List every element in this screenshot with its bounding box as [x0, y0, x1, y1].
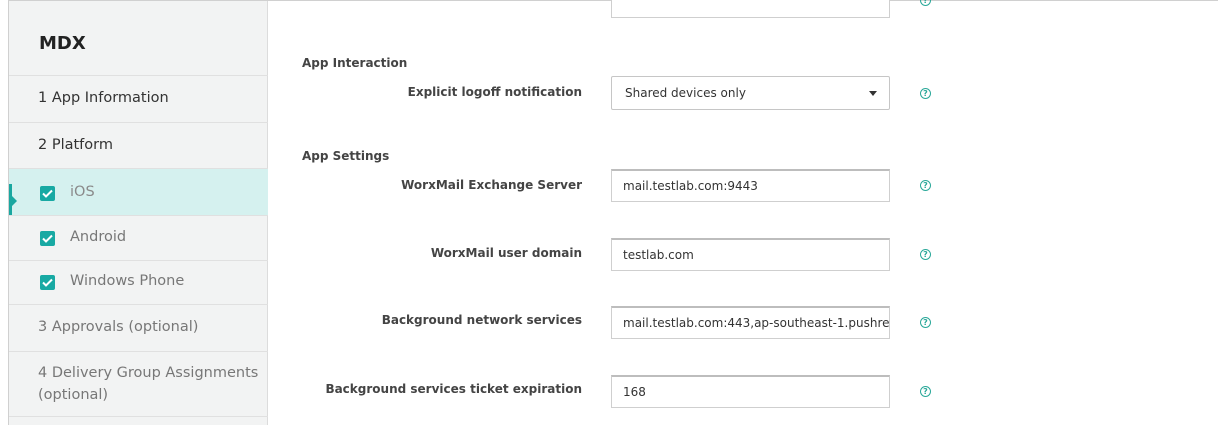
sidebar-item-label-continued: (optional)	[38, 387, 109, 403]
sidebar-item-label: Windows Phone	[70, 273, 185, 289]
help-icon[interactable]: ?	[920, 88, 931, 99]
help-icon[interactable]: ?	[920, 249, 931, 260]
user-domain-input[interactable]: testlab.com	[611, 238, 890, 271]
ticket-expiration-input[interactable]: 168	[611, 375, 890, 408]
sidebar-item-label: 2 Platform	[38, 137, 113, 153]
help-icon[interactable]: ?	[920, 386, 931, 397]
help-icon[interactable]: ?	[920, 180, 931, 191]
chevron-down-icon	[869, 91, 877, 96]
checkbox-checked-icon[interactable]	[40, 186, 55, 201]
sidebar-item-label: 4 Delivery Group Assignments	[38, 365, 259, 381]
sidebar-item-label: Android	[70, 229, 127, 245]
help-icon[interactable]: ?	[920, 0, 931, 6]
sidebar: MDX 1 App Information 2 Platform iOS And…	[9, 1, 268, 425]
sidebar-item-app-information[interactable]: 1 App Information	[9, 75, 268, 122]
active-caret-icon	[12, 196, 17, 206]
section-heading-app-interaction: App Interaction	[302, 56, 408, 70]
checkbox-checked-icon[interactable]	[40, 275, 55, 290]
sidebar-title: MDX	[39, 33, 86, 54]
section-heading-app-settings: App Settings	[302, 149, 390, 163]
field-label-user-domain: WorxMail user domain	[430, 246, 582, 260]
exchange-server-input[interactable]: mail.testlab.com:9443	[611, 169, 890, 202]
sidebar-item-approvals[interactable]: 3 Approvals (optional)	[9, 304, 268, 351]
help-icon[interactable]: ?	[920, 317, 931, 328]
partial-input-field[interactable]	[611, 0, 890, 18]
sidebar-item-delivery-group-assignments[interactable]: 4 Delivery Group Assignments (optional)	[9, 351, 268, 417]
field-label-background-network-services: Background network services	[381, 313, 582, 327]
field-label-explicit-logoff: Explicit logoff notification	[407, 85, 582, 99]
sidebar-item-label: iOS	[70, 184, 95, 200]
background-network-services-input[interactable]: mail.testlab.com:443,ap-southeast-1.push…	[611, 306, 890, 339]
checkbox-checked-icon[interactable]	[40, 231, 55, 246]
sidebar-item-label: 1 App Information	[38, 90, 169, 106]
sidebar-item-ios[interactable]: iOS	[9, 168, 268, 216]
sidebar-item-platform[interactable]: 2 Platform	[9, 122, 268, 168]
explicit-logoff-select[interactable]: Shared devices only	[611, 76, 890, 110]
main-panel: ? App Interaction Explicit logoff notifi…	[268, 0, 1218, 425]
sidebar-item-android[interactable]: Android	[9, 215, 268, 260]
field-label-ticket-expiration: Background services ticket expiration	[325, 382, 582, 396]
field-label-exchange-server: WorxMail Exchange Server	[401, 178, 582, 192]
sidebar-item-windows-phone[interactable]: Windows Phone	[9, 260, 268, 304]
sidebar-item-label: 3 Approvals (optional)	[38, 319, 199, 335]
select-value: Shared devices only	[625, 86, 746, 100]
